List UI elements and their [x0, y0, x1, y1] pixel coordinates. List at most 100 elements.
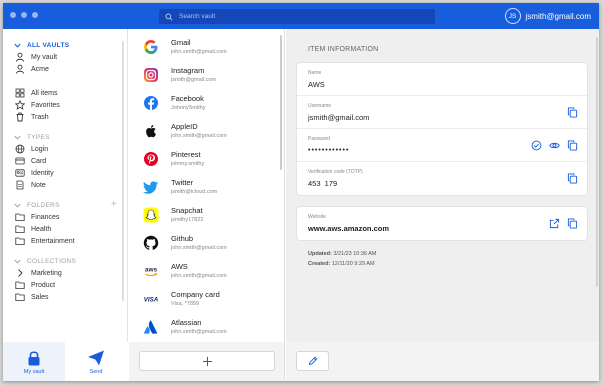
copy-icon[interactable] — [567, 173, 578, 184]
website-field: Website www.aws.amazon.com — [297, 207, 587, 240]
add-item-button[interactable] — [139, 351, 275, 371]
chevron-down-icon — [14, 135, 21, 140]
eye-icon[interactable] — [549, 140, 560, 151]
types-heading[interactable]: TYPES — [3, 131, 127, 143]
entry-username: john.smith@gmail.com — [171, 49, 227, 55]
sidebar-item-card[interactable]: Card — [3, 155, 127, 167]
list-footer — [129, 342, 285, 381]
check-circle-icon[interactable] — [531, 140, 542, 151]
sidebar-item-label: My vault — [31, 53, 58, 61]
name-field: Name AWS — [297, 63, 587, 96]
github-logo-icon — [143, 235, 159, 250]
window-close-dot[interactable] — [10, 12, 16, 18]
collections-section: COLLECTIONS Marketing Product Sales — [3, 255, 127, 303]
avatar[interactable]: JS — [504, 8, 521, 24]
sidebar-item-sales[interactable]: Sales — [3, 291, 127, 303]
updated-timestamp: Updated: 3/21/23 10:36 AM — [308, 251, 377, 257]
folder-icon — [15, 213, 25, 221]
sidebar-item-label: Entertainment — [31, 237, 75, 245]
instagram-logo-icon — [144, 68, 158, 82]
item-list: Gmail john.smith@gmail.com Instagram jsmit… — [129, 29, 285, 342]
entry-name: Facebook — [171, 94, 204, 103]
window-zoom-dot[interactable] — [32, 12, 38, 18]
list-item-company-card[interactable]: VISA Company card Visa, *7899 — [129, 285, 281, 313]
folders-heading-label: FOLDERS — [27, 201, 60, 209]
title-bar: JS jsmith@gmail.com — [3, 3, 599, 29]
note-icon — [16, 180, 24, 190]
tab-my-vault[interactable]: My vault — [3, 342, 65, 381]
external-link-icon[interactable] — [549, 218, 560, 229]
list-item-aws[interactable]: aws AWS john.smith@gmail.com — [129, 257, 281, 285]
entry-name: Company card — [171, 290, 220, 299]
vaults-section: ALL VAULTS My vault Acme — [3, 39, 127, 75]
sidebar-item-label: Favorites — [31, 101, 60, 109]
collections-heading[interactable]: COLLECTIONS — [3, 255, 127, 267]
sidebar-item-finances[interactable]: Finances — [3, 211, 127, 223]
folders-heading[interactable]: FOLDERS + — [3, 199, 127, 211]
sidebar-item-label: Sales — [31, 293, 49, 301]
entry-username: john.smith@gmail.com — [171, 329, 227, 335]
totp-field: Verification code (TOTP) 453 179 — [297, 162, 587, 195]
search-bar[interactable] — [159, 9, 435, 24]
sidebar-item-identity[interactable]: Identity — [3, 167, 127, 179]
all-vaults-label: ALL VAULTS — [27, 41, 70, 49]
sidebar-item-all-items[interactable]: All items — [3, 87, 127, 99]
card-icon — [15, 157, 25, 165]
snapchat-logo-icon — [143, 207, 159, 223]
list-item-facebook[interactable]: Facebook JohnnySmithy — [129, 89, 281, 117]
sidebar-item-label: Card — [31, 157, 47, 165]
add-folder-button[interactable]: + — [111, 200, 117, 210]
item-detail-pane: ITEM INFORMATION Name AWS Username jsmit… — [286, 29, 599, 342]
list-item-twitter[interactable]: Twitter jsmith@icloud.com — [129, 173, 281, 201]
copy-icon[interactable] — [567, 107, 578, 118]
username-value: jsmith@gmail.com — [308, 113, 370, 122]
sidebar-item-note[interactable]: Note — [3, 179, 127, 191]
entry-username: john.smith@gmail.com — [171, 133, 227, 139]
id-icon — [15, 169, 25, 177]
sidebar-item-label: Note — [31, 181, 46, 189]
entry-username: jsmith@icloud.com — [171, 189, 218, 195]
sidebar-item-entertainment[interactable]: Entertainment — [3, 235, 127, 247]
sidebar-item-login[interactable]: Login — [3, 143, 127, 155]
name-label: Name — [308, 70, 322, 76]
name-value: AWS — [308, 80, 325, 89]
item-information-heading: ITEM INFORMATION — [308, 46, 379, 53]
entry-username: jsmithy17822 — [171, 217, 204, 223]
sidebar-item-trash[interactable]: Trash — [3, 111, 127, 123]
account-menu[interactable]: JS jsmith@gmail.com — [504, 8, 591, 24]
aws-logo-icon: aws — [145, 267, 158, 277]
sidebar: ALL VAULTS My vault Acme All items Favor… — [3, 29, 128, 342]
sidebar-item-marketing[interactable]: Marketing — [3, 267, 127, 279]
copy-icon[interactable] — [567, 140, 578, 151]
twitter-logo-icon — [143, 181, 158, 194]
edit-item-button[interactable] — [296, 351, 329, 371]
chevron-down-icon — [14, 259, 21, 264]
tab-send[interactable]: Send — [65, 342, 127, 381]
entry-name: Twitter — [171, 178, 194, 187]
copy-icon[interactable] — [567, 218, 578, 229]
sidebar-item-product[interactable]: Product — [3, 279, 127, 291]
list-item-gmail[interactable]: Gmail john.smith@gmail.com — [129, 33, 281, 61]
window-minimize-dot[interactable] — [21, 12, 27, 18]
entry-name: AWS — [171, 262, 188, 271]
list-item-pinterest[interactable]: Pinterest johnny.smithy — [129, 145, 281, 173]
list-item-snapchat[interactable]: Snapchat jsmithy17822 — [129, 201, 281, 229]
list-item-appleid[interactable]: AppleID john.smith@gmail.com — [129, 117, 281, 145]
detail-scrollbar[interactable] — [596, 37, 598, 287]
sidebar-item-health[interactable]: Health — [3, 223, 127, 235]
search-input[interactable] — [179, 13, 419, 20]
sidebar-item-favorites[interactable]: Favorites — [3, 99, 127, 111]
sidebar-item-my-vault[interactable]: My vault — [3, 51, 127, 63]
types-heading-label: TYPES — [27, 133, 50, 141]
person-icon — [16, 64, 24, 74]
all-vaults-heading[interactable]: ALL VAULTS — [3, 39, 127, 51]
globe-icon — [15, 144, 25, 154]
list-item-github[interactable]: Github john.smith@gmail.com — [129, 229, 281, 257]
website-label: Website — [308, 214, 326, 220]
sidebar-item-label: Finances — [31, 213, 60, 221]
person-icon — [16, 52, 24, 62]
list-item-instagram[interactable]: Instagram jsmith@gmail.com — [129, 61, 281, 89]
sidebar-item-acme[interactable]: Acme — [3, 63, 127, 75]
list-item-atlassian[interactable]: Atlassian john.smith@gmail.com — [129, 313, 281, 341]
grid-icon — [15, 88, 25, 98]
